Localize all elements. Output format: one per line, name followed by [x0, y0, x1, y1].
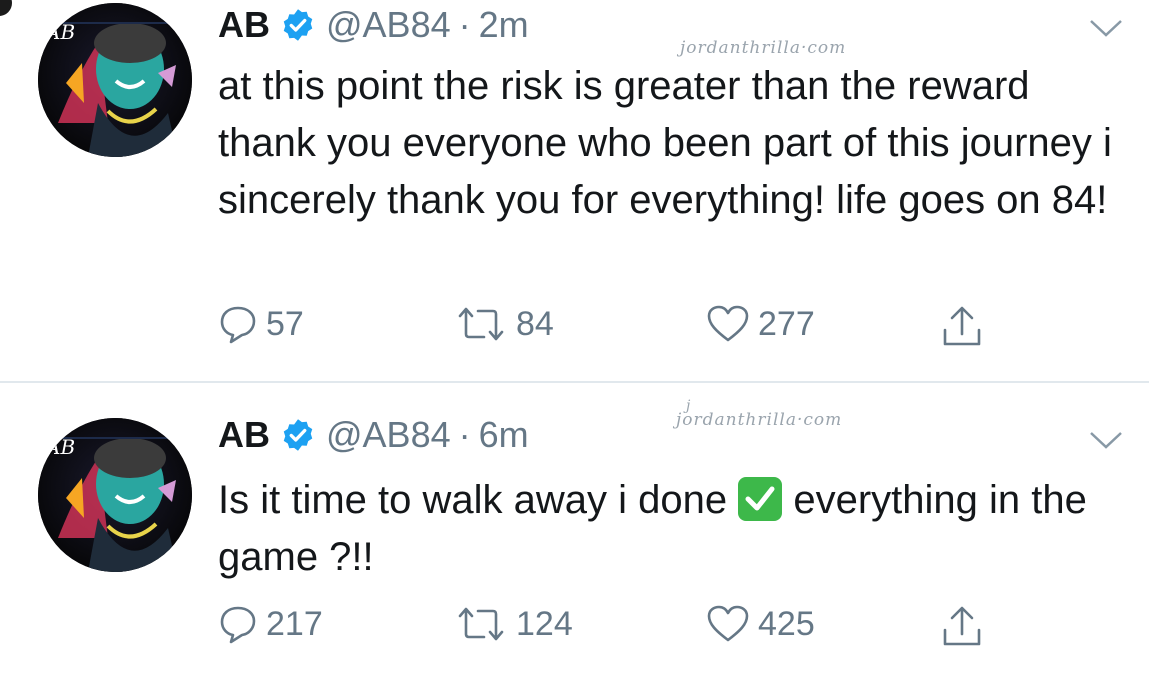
user-handle[interactable]: @AB84: [326, 414, 451, 456]
check-mark-emoji-icon: [738, 477, 783, 521]
reply-count: 57: [266, 304, 304, 343]
tweet-actions: 57 84 277: [218, 304, 1038, 354]
reply-button[interactable]: 57: [218, 304, 304, 344]
tweet-text: at this point the risk is greater than t…: [218, 64, 1112, 222]
separator: ·: [458, 414, 471, 455]
retweet-icon: [458, 607, 504, 641]
display-name[interactable]: AB: [218, 414, 270, 456]
reply-icon: [220, 606, 256, 644]
share-icon: [943, 306, 981, 346]
retweet-count: 84: [516, 304, 554, 343]
avatar-initials: AB: [44, 20, 75, 44]
share-button[interactable]: [940, 604, 992, 650]
reply-button[interactable]: 217: [218, 604, 323, 644]
avatar-initials: AB: [44, 435, 75, 459]
retweet-button[interactable]: 84: [454, 304, 554, 344]
tweet-actions: 217 124 425: [218, 604, 1038, 654]
retweet-button[interactable]: 124: [454, 604, 573, 644]
timestamp[interactable]: 2m: [479, 4, 529, 46]
heart-icon: [707, 305, 749, 342]
tweet[interactable]: AB AB @AB84 · 6m Is it time to walk away…: [0, 384, 1149, 673]
display-name[interactable]: AB: [218, 4, 270, 46]
tweet-text: Is it time to walk away i done everythin…: [218, 472, 1128, 586]
tweet[interactable]: AB AB @AB84 · 2m at this point the risk …: [0, 0, 1149, 382]
heart-icon: [707, 605, 749, 642]
like-button[interactable]: 277: [706, 304, 815, 344]
like-count: 277: [758, 304, 815, 343]
avatar[interactable]: AB: [38, 3, 192, 157]
reply-icon: [220, 306, 256, 344]
tweet-divider: [0, 381, 1149, 383]
retweet-count: 124: [516, 604, 573, 643]
reply-count: 217: [266, 604, 323, 643]
watermark: jordanthrilla·com: [680, 38, 847, 58]
timestamp[interactable]: 6m: [479, 414, 529, 456]
like-count: 425: [758, 604, 815, 643]
retweet-icon: [458, 307, 504, 341]
tweet-header: AB @AB84 · 2m: [218, 4, 529, 46]
tweet-header: AB @AB84 · 6m: [218, 414, 529, 456]
share-button[interactable]: [940, 304, 992, 350]
share-icon: [943, 606, 981, 646]
tweet-text-part: Is it time to walk away i done: [218, 478, 728, 522]
verified-badge-icon: [283, 9, 313, 41]
verified-badge-icon: [283, 419, 313, 451]
like-button[interactable]: 425: [706, 604, 815, 644]
avatar[interactable]: AB: [38, 418, 192, 572]
chevron-down-icon[interactable]: [1089, 18, 1123, 38]
separator: ·: [458, 4, 471, 45]
chevron-down-icon[interactable]: [1089, 430, 1123, 450]
user-handle[interactable]: @AB84: [326, 4, 451, 46]
